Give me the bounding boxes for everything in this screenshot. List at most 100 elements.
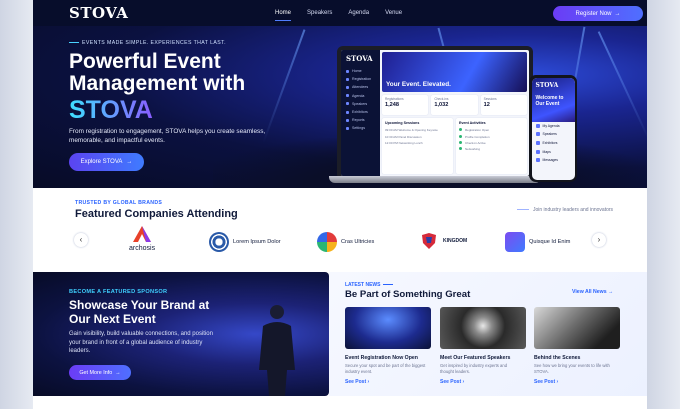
activity-row: Networking xyxy=(459,146,524,152)
nav-links: Home Speakers Agenda Venue xyxy=(275,0,402,26)
sidebar-item: Exhibitors xyxy=(341,108,380,116)
news-card-title: Event Registration Now Open xyxy=(345,355,418,361)
laptop-mockup: STOVA Home Registration Attendees Agenda… xyxy=(337,46,533,180)
site-logo[interactable]: STOVA xyxy=(69,4,128,22)
news-image-camera xyxy=(534,307,620,349)
sidebar-item: Reports xyxy=(341,116,380,124)
stat-label: Check-ins xyxy=(434,97,449,101)
stat-card: Sessions 12 xyxy=(480,95,527,115)
nav-link-agenda[interactable]: Agenda xyxy=(348,7,369,19)
sidebar-item: Attendees xyxy=(341,83,380,91)
carousel-prev-button[interactable]: ‹ xyxy=(74,233,88,247)
news-card-title: Meet Our Featured Speakers xyxy=(440,355,511,361)
dashboard-banner-text: Your Event. Elevated. xyxy=(386,81,451,88)
upcoming-sessions-panel: Upcoming Sessions 09:00 AM Welcome & Ope… xyxy=(382,118,453,174)
explore-stova-button[interactable]: Explore STOVA → xyxy=(69,153,144,171)
news-kicker: LATEST NEWS xyxy=(345,282,393,288)
phone-header: STOVA Welcome to Our Event xyxy=(531,77,575,122)
hero-title: Powerful Event Management with xyxy=(69,51,299,95)
sidebar-item: Agenda xyxy=(341,92,380,100)
left-margin xyxy=(0,0,33,409)
sidebar-item: Settings xyxy=(341,124,380,132)
brand-archosis[interactable]: archosis xyxy=(129,224,155,252)
event-activities-panel: Event Activities Registration Open Profi… xyxy=(456,118,527,174)
news-card[interactable]: Behind the Scenes See how we bring your … xyxy=(534,307,620,385)
session-row: 12:00 PM Networking Lunch xyxy=(385,140,423,145)
news-title: Be Part of Something Great xyxy=(345,289,471,300)
brand-cras-ultricies[interactable]: Cras Ultricies xyxy=(317,232,374,252)
phone-menu: My Agenda Speakers Exhibitors Maps Messa… xyxy=(532,122,575,165)
triangle-logo-icon xyxy=(317,232,337,252)
website-frame: STOVA Home Speakers Agenda Venue Registe… xyxy=(33,0,647,409)
dashboard-screen: STOVA Home Registration Attendees Agenda… xyxy=(341,50,529,176)
stat-label: Registrations xyxy=(385,97,404,101)
view-all-news-link[interactable]: View All News → xyxy=(572,289,613,295)
kingdom-logo-icon xyxy=(422,233,436,249)
nav-link-home[interactable]: Home xyxy=(275,7,292,21)
latest-news-section: LATEST NEWS Be Part of Something Great V… xyxy=(329,272,647,396)
stat-value: 1,032 xyxy=(434,102,449,108)
see-post-link[interactable]: See Post › xyxy=(440,379,526,385)
phone-mockup: STOVA Welcome to Our Event My Agenda Spe… xyxy=(529,75,577,182)
hero-brand: STOVA xyxy=(69,96,153,124)
brand-name: KINGDOM xyxy=(443,238,468,244)
hero-kicker: EVENTS MADE SIMPLE. EXPERIENCES THAT LAS… xyxy=(69,40,226,46)
brand-name: Lorem Ipsum Dolor xyxy=(233,239,281,245)
news-card[interactable]: Meet Our Featured Speakers Get inspired … xyxy=(440,307,526,385)
hero-title-line2: Management with xyxy=(69,72,246,95)
news-card-body: Secure your spot and be part of the bigg… xyxy=(345,363,426,374)
hero-section: EVENTS MADE SIMPLE. EXPERIENCES THAT LAS… xyxy=(33,26,647,188)
phone-logo: STOVA xyxy=(535,81,559,89)
sponsor-title: Showcase Your Brand at Our Next Event xyxy=(69,298,210,326)
phone-menu-item: My Agenda xyxy=(532,122,575,131)
phone-menu-item: Speakers xyxy=(532,130,575,139)
news-image-speaker xyxy=(440,307,526,349)
get-more-info-button[interactable]: Get More Info → xyxy=(69,365,131,380)
sidebar-item: Home xyxy=(341,67,380,75)
stat-label: Sessions xyxy=(483,97,497,101)
archosis-logo-icon xyxy=(133,226,152,242)
stat-card: Check-ins 1,032 xyxy=(431,95,478,115)
dashboard-logo: STOVA xyxy=(346,54,373,63)
stat-value: 1,248 xyxy=(385,102,399,108)
target-logo-icon xyxy=(209,232,229,252)
news-card-title: Behind the Scenes xyxy=(534,355,581,361)
hexagon-logo-icon xyxy=(505,232,525,252)
see-post-link[interactable]: See Post › xyxy=(534,379,620,385)
join-tagline: Join industry leaders and innovators xyxy=(517,207,613,213)
news-card[interactable]: Event Registration Now Open Secure your … xyxy=(345,307,431,385)
footer-strip xyxy=(33,396,647,409)
nav-link-speakers[interactable]: Speakers xyxy=(307,7,332,19)
stat-card: Registrations 1,248 xyxy=(382,95,429,115)
phone-menu-item: Maps xyxy=(532,147,575,156)
trusted-title: Featured Companies Attending xyxy=(75,208,238,220)
get-more-info-label: Get More Info xyxy=(79,369,113,376)
stage-light xyxy=(597,31,647,141)
sidebar-item: Speakers xyxy=(341,100,380,108)
sidebar-item: Registration xyxy=(341,75,380,83)
phone-menu-item: Exhibitors xyxy=(532,139,575,148)
brand-lorem-ipsum[interactable]: Lorem Ipsum Dolor xyxy=(209,232,281,252)
sponsor-section: BECOME A FEATURED SPONSOR Showcase Your … xyxy=(33,272,329,396)
hero-subtitle: From registration to engagement, STOVA h… xyxy=(69,128,266,144)
see-post-link[interactable]: See Post › xyxy=(345,379,431,385)
laptop-base xyxy=(329,176,541,183)
phone-welcome: Welcome to Our Event xyxy=(535,94,564,107)
news-card-body: See how we bring your events to life wit… xyxy=(534,363,610,374)
sponsor-kicker: BECOME A FEATURED SPONSOR xyxy=(69,289,168,295)
right-margin xyxy=(647,0,680,409)
top-nav: STOVA Home Speakers Agenda Venue Registe… xyxy=(33,0,647,26)
phone-screen: STOVA Welcome to Our Event My Agenda Spe… xyxy=(531,77,575,180)
carousel-next-button[interactable]: › xyxy=(592,233,606,247)
nav-link-venue[interactable]: Venue xyxy=(385,7,402,19)
brand-quisque[interactable]: Quisque Id Enim xyxy=(505,232,570,252)
register-now-button[interactable]: Register Now → xyxy=(553,6,643,21)
featured-companies-section: TRUSTED BY GLOBAL BRANDS Featured Compan… xyxy=(33,188,647,270)
activities-title: Event Activities xyxy=(459,121,486,125)
brand-kingdom[interactable]: KINGDOM xyxy=(419,231,467,251)
explore-label: Explore STOVA xyxy=(80,159,123,165)
arrow-right-icon: → xyxy=(115,369,121,376)
arrow-right-icon: → xyxy=(614,10,621,17)
brand-name: archosis xyxy=(129,245,156,252)
hero-title-line1: Powerful Event xyxy=(69,50,221,73)
